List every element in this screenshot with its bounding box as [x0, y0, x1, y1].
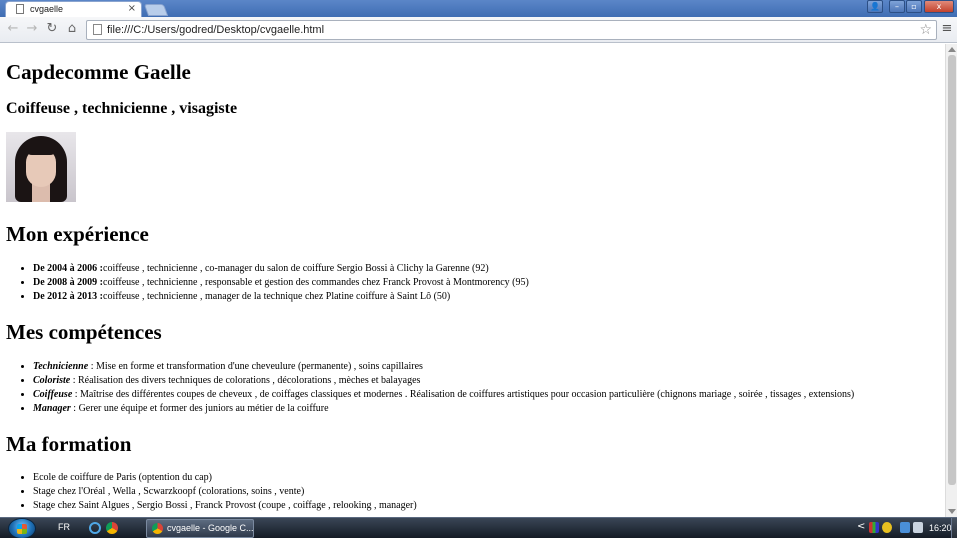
tab-close-icon[interactable]: ×: [128, 3, 136, 15]
language-indicator[interactable]: FR: [58, 522, 70, 532]
page-title: Capdecomme Gaelle: [6, 60, 191, 84]
start-button[interactable]: [8, 518, 36, 538]
scroll-down-arrow-icon[interactable]: [948, 509, 956, 514]
list-item: Ecole de coiffure de Paris (optention du…: [33, 471, 417, 485]
show-desktop-button[interactable]: [951, 518, 957, 538]
experience-text: coiffeuse , technicienne , co-manager du…: [103, 263, 489, 274]
address-bar[interactable]: file:///C:/Users/godred/Desktop/cvgaelle…: [86, 20, 937, 40]
network-icon[interactable]: [900, 522, 910, 533]
maximize-button[interactable]: ▫: [906, 0, 922, 13]
skill-text: : Mise en forme et transformation d'une …: [88, 361, 423, 372]
close-window-button[interactable]: x: [924, 0, 954, 13]
tab-title: cvgaelle: [30, 4, 64, 14]
list-item: Stage chez Saint Algues , Sergio Bossi ,…: [33, 499, 417, 513]
taskbar-chrome-window[interactable]: cvgaelle - Google C...: [146, 519, 254, 538]
minimize-button[interactable]: –: [889, 0, 905, 13]
experience-text: coiffeuse , technicienne , manager de la…: [103, 291, 451, 302]
chrome-menu-icon[interactable]: ≡: [940, 21, 954, 37]
education-list: Ecole de coiffure de Paris (optention du…: [33, 471, 417, 513]
tray-expand-icon[interactable]: <: [857, 521, 865, 532]
browser-tab[interactable]: cvgaelle ×: [5, 1, 142, 17]
profile-photo: [6, 132, 76, 202]
page-viewport: Capdecomme Gaelle Coiffeuse , technicien…: [0, 44, 945, 517]
skill-text: : Gerer une équipe et former des juniors…: [70, 403, 329, 414]
volume-icon[interactable]: [913, 522, 923, 533]
windows-taskbar: FR cvgaelle - Google C... < 16:20: [0, 517, 957, 538]
list-item: Manager : Gerer une équipe et former des…: [33, 402, 854, 416]
list-item: Technicienne : Mise en forme et transfor…: [33, 360, 854, 374]
address-url[interactable]: file:///C:/Users/godred/Desktop/cvgaelle…: [107, 24, 324, 36]
experience-text: coiffeuse , technicienne , responsable e…: [103, 277, 529, 288]
page-icon: [93, 24, 102, 35]
user-profile-button[interactable]: 👤: [867, 0, 883, 13]
reload-icon[interactable]: ↻: [44, 21, 60, 37]
list-item: Coloriste : Réalisation des divers techn…: [33, 374, 854, 388]
taskbar-window-label: cvgaelle - Google C...: [167, 523, 254, 533]
list-item: De 2004 à 2006 :coiffeuse , technicienne…: [33, 262, 529, 276]
skill-name: Coloriste: [33, 375, 71, 386]
experience-period: De 2012 à 2013 :: [33, 291, 103, 302]
chrome-icon: [152, 523, 163, 534]
experience-period: De 2004 à 2006 :: [33, 263, 103, 274]
document-icon: [16, 4, 24, 14]
tray-app-icon[interactable]: [869, 522, 879, 533]
browser-titlebar: cvgaelle × 👤 – ▫ x: [0, 0, 957, 17]
clock[interactable]: 16:20: [929, 523, 952, 533]
scrollbar-thumb[interactable]: [948, 55, 956, 485]
experience-heading: Mon expérience: [6, 222, 149, 246]
skill-text: : Réalisation des divers techniques de c…: [70, 375, 421, 386]
experience-list: De 2004 à 2006 :coiffeuse , technicienne…: [33, 262, 529, 304]
skills-list: Technicienne : Mise en forme et transfor…: [33, 360, 854, 416]
scroll-up-arrow-icon[interactable]: [948, 47, 956, 52]
bookmark-star-icon[interactable]: ☆: [919, 22, 932, 38]
back-arrow-icon[interactable]: ←: [5, 21, 21, 37]
page-subtitle: Coiffeuse , technicienne , visagiste: [6, 100, 238, 117]
vertical-scrollbar[interactable]: [945, 44, 957, 517]
home-icon[interactable]: ⌂: [64, 21, 80, 37]
experience-period: De 2008 à 2009 :: [33, 277, 103, 288]
browser-toolbar: ← → ↻ ⌂ file:///C:/Users/godred/Desktop/…: [0, 17, 957, 43]
internet-explorer-icon[interactable]: [89, 522, 101, 534]
skill-text: : Maîtrise des différentes coupes de che…: [72, 389, 855, 400]
list-item: Coiffeuse : Maîtrise des différentes cou…: [33, 388, 854, 402]
skill-name: Manager: [33, 403, 71, 414]
skill-name: Coiffeuse: [33, 389, 73, 400]
forward-arrow-icon[interactable]: →: [24, 21, 40, 37]
new-tab-button[interactable]: [143, 4, 169, 16]
education-heading: Ma formation: [6, 432, 132, 456]
skills-heading: Mes compétences: [6, 320, 162, 344]
tray-status-icon[interactable]: [882, 522, 892, 533]
list-item: De 2012 à 2013 :coiffeuse , technicienne…: [33, 290, 529, 304]
list-item: De 2008 à 2009 :coiffeuse , technicienne…: [33, 276, 529, 290]
skill-name: Technicienne: [33, 361, 89, 372]
list-item: Stage chez l'Oréal , Wella , Scwarzkoopf…: [33, 485, 417, 499]
chrome-quicklaunch-icon[interactable]: [106, 522, 118, 534]
